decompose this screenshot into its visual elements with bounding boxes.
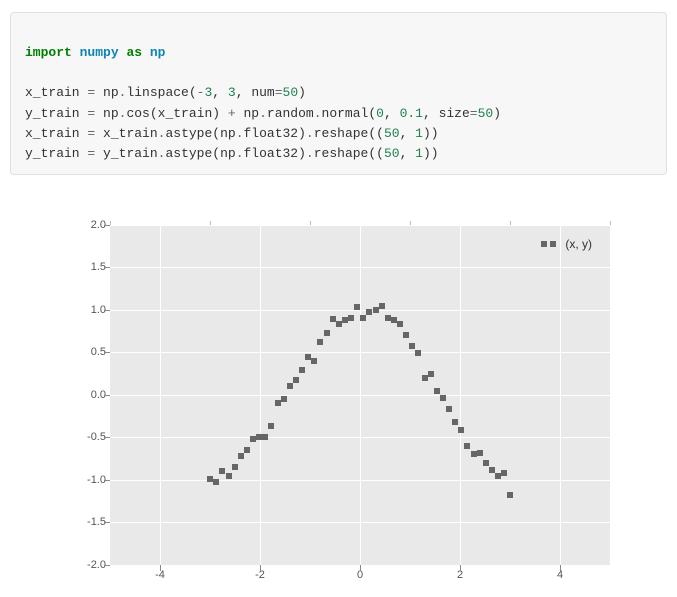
data-point xyxy=(379,303,385,309)
y-tick-label: -0.5 xyxy=(60,431,106,443)
scatter-chart: (x, y) -2.0-1.5-1.0-0.50.00.51.01.52.0-4… xyxy=(60,215,620,585)
tick-mark xyxy=(104,565,110,566)
data-point xyxy=(507,492,513,498)
data-point xyxy=(409,343,415,349)
data-point xyxy=(403,332,409,338)
y-tick-label: 0.0 xyxy=(60,389,106,401)
legend-marker-icon xyxy=(541,241,547,247)
data-point xyxy=(311,358,317,364)
tick-mark xyxy=(104,437,110,438)
data-point xyxy=(391,317,397,323)
data-point xyxy=(213,479,219,485)
data-point xyxy=(464,443,470,449)
keyword-as: as xyxy=(126,45,142,60)
grid-line xyxy=(360,225,361,565)
data-point xyxy=(434,388,440,394)
data-point xyxy=(219,468,225,474)
data-point xyxy=(428,371,434,377)
data-point xyxy=(477,450,483,456)
data-point xyxy=(342,317,348,323)
data-point xyxy=(317,339,323,345)
data-point xyxy=(366,309,372,315)
module-numpy: numpy xyxy=(80,45,119,60)
data-point xyxy=(262,434,268,440)
y-tick-label: -1.5 xyxy=(60,516,106,528)
tick-mark xyxy=(104,352,110,353)
data-point xyxy=(293,377,299,383)
y-tick-label: 1.0 xyxy=(60,304,106,316)
data-point xyxy=(483,460,489,466)
data-point xyxy=(348,315,354,321)
tick-mark xyxy=(104,395,110,396)
tick-mark xyxy=(104,267,110,268)
data-point xyxy=(446,406,452,412)
data-point xyxy=(281,396,287,402)
tick-mark xyxy=(560,565,561,571)
grid-line xyxy=(260,225,261,565)
tick-mark xyxy=(104,480,110,481)
data-point xyxy=(489,467,495,473)
data-point xyxy=(238,453,244,459)
module-np: np xyxy=(150,45,166,60)
data-point xyxy=(287,383,293,389)
code-block: import numpy as np x_train = np.linspace… xyxy=(10,12,667,175)
legend-marker-icon xyxy=(550,241,556,247)
y-tick-label: 1.5 xyxy=(60,261,106,273)
data-point xyxy=(458,427,464,433)
legend-label: (x, y) xyxy=(565,237,592,251)
data-point xyxy=(397,321,403,327)
y-tick-label: 2.0 xyxy=(60,219,106,231)
data-point xyxy=(299,367,305,373)
data-point xyxy=(354,304,360,310)
code-text: x_train xyxy=(25,85,87,100)
data-point xyxy=(226,473,232,479)
tick-mark xyxy=(104,522,110,523)
y-tick-label: -1.0 xyxy=(60,474,106,486)
tick-mark xyxy=(104,225,110,226)
grid-line xyxy=(560,225,561,565)
plot-area: (x, y) xyxy=(110,225,610,565)
data-point xyxy=(501,470,507,476)
data-point xyxy=(324,330,330,336)
data-point xyxy=(232,464,238,470)
y-tick-label: 0.5 xyxy=(60,346,106,358)
tick-mark xyxy=(104,310,110,311)
chart-legend: (x, y) xyxy=(529,231,604,257)
keyword-import: import xyxy=(25,45,72,60)
data-point xyxy=(452,419,458,425)
grid-line xyxy=(160,225,161,565)
grid-line xyxy=(460,225,461,565)
data-point xyxy=(268,423,274,429)
data-point xyxy=(440,395,446,401)
tick-mark xyxy=(260,565,261,571)
tick-mark xyxy=(460,565,461,571)
tick-mark xyxy=(160,565,161,571)
data-point xyxy=(244,447,250,453)
chart-figure: (x, y) -2.0-1.5-1.0-0.50.00.51.01.52.0-4… xyxy=(10,215,667,585)
data-point xyxy=(360,315,366,321)
tick-mark xyxy=(360,565,361,571)
data-point xyxy=(415,350,421,356)
y-tick-label: -2.0 xyxy=(60,559,106,571)
